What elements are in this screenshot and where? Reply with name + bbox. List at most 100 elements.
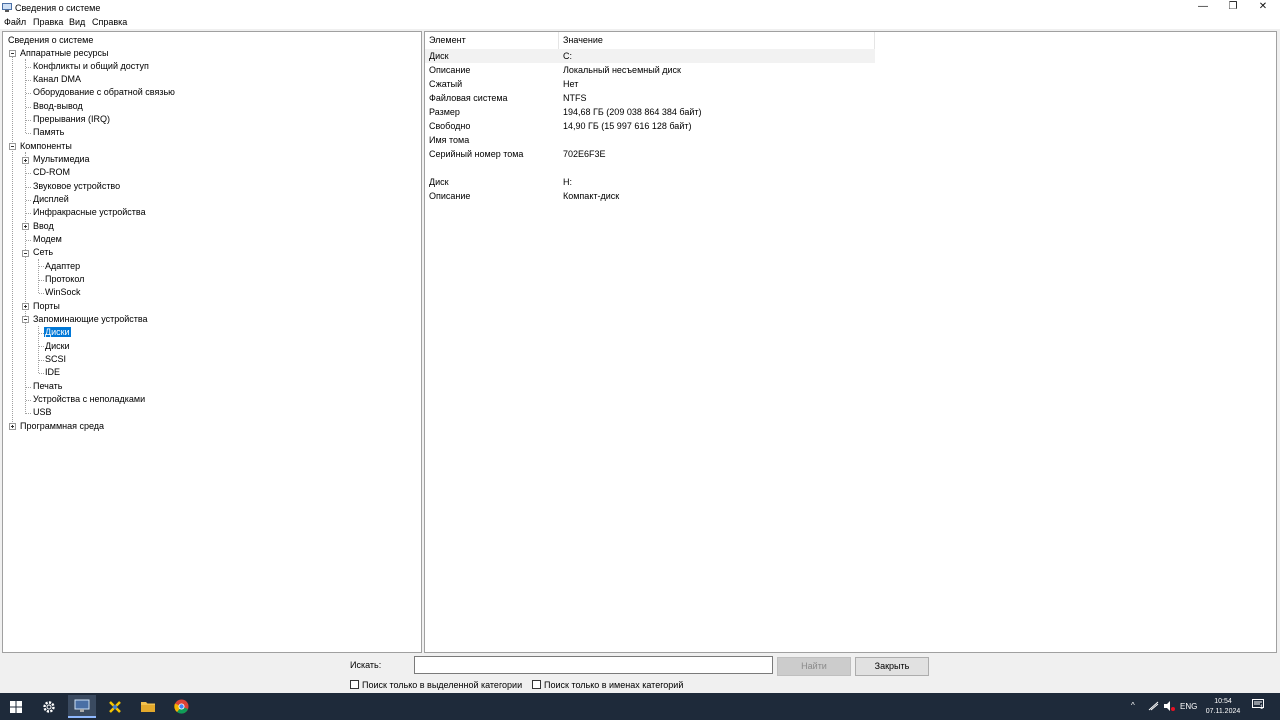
tree-item-ports[interactable]: Порты (32, 300, 61, 313)
tree-item-network[interactable]: Сеть (32, 246, 54, 259)
table-row[interactable]: Размер 194,68 ГБ (209 038 864 384 байт) (425, 105, 875, 119)
chevron-up-icon[interactable]: ^ (1131, 701, 1135, 710)
tree-connector (26, 187, 31, 188)
chrome-icon[interactable] (167, 695, 195, 718)
tree-item-disks[interactable]: Диски (44, 340, 71, 353)
taskbar: ^ ENG 10:54 07.11.2024 1 (0, 693, 1280, 720)
expand-toggle-icon[interactable] (22, 303, 29, 310)
tree-item-system-summary[interactable]: Сведения о системе (7, 34, 94, 47)
menu-edit[interactable]: Правка (33, 17, 63, 27)
search-category-names-checkbox[interactable]: Поиск только в именах категорий (532, 679, 683, 691)
tree-item-memory[interactable]: Память (32, 126, 65, 139)
tree-label: CD-ROM (33, 167, 70, 177)
tree-label: Адаптер (45, 261, 81, 271)
tree-item-cdrom[interactable]: CD-ROM (32, 166, 71, 179)
tree-item-conflicts[interactable]: Конфликты и общий доступ (32, 60, 150, 73)
menu-view[interactable]: Вид (69, 17, 85, 27)
file-explorer-icon[interactable] (134, 695, 162, 718)
category-tree[interactable]: Сведения о системе Аппаратные ресурсы Ко… (2, 31, 422, 653)
checkbox-label: Поиск только в именах категорий (544, 680, 684, 690)
language-indicator[interactable]: ENG (1180, 702, 1197, 711)
tree-connector (26, 213, 31, 214)
tree-item-printing[interactable]: Печать (32, 380, 63, 393)
start-icon[interactable] (2, 695, 30, 718)
tree-item-io[interactable]: Ввод-вывод (32, 100, 84, 113)
table-row[interactable]: Серийный номер тома 702E6F3E (425, 147, 875, 161)
tree-item-components[interactable]: Компоненты (19, 140, 73, 153)
tree-item-drives-selected[interactable]: Диски (44, 326, 71, 339)
collapse-toggle-icon[interactable] (22, 316, 29, 323)
tree-item-hardware-resources[interactable]: Аппаратные ресурсы (19, 47, 110, 60)
tree-item-software-environment[interactable]: Программная среда (19, 420, 105, 433)
clock[interactable]: 10:54 07.11.2024 (1203, 697, 1243, 717)
tree-item-irq[interactable]: Прерывания (IRQ) (32, 113, 111, 126)
find-button[interactable]: Найти (777, 657, 851, 676)
tree-item-input[interactable]: Ввод (32, 220, 55, 233)
menu-file[interactable]: Файл (4, 17, 26, 27)
network-icon[interactable] (1148, 701, 1159, 711)
table-row[interactable]: Свободно 14,90 ГБ (15 997 616 128 байт) (425, 119, 875, 133)
table-row[interactable]: Сжатый Нет (425, 77, 875, 91)
tree-item-modem[interactable]: Модем (32, 233, 63, 246)
search-selected-category-checkbox[interactable]: Поиск только в выделенной категории (350, 679, 522, 691)
window-title: Сведения о системе (15, 3, 101, 13)
expand-toggle-icon[interactable] (22, 223, 29, 230)
tree-label: Модем (33, 234, 62, 244)
tree-item-dma[interactable]: Канал DMA (32, 73, 82, 86)
tree-label: Порты (33, 301, 60, 311)
tree-item-winsock[interactable]: WinSock (44, 286, 82, 299)
table-row[interactable]: Диск C: (425, 49, 875, 63)
close-window-button[interactable]: ✕ (1248, 0, 1278, 15)
tree-item-storage[interactable]: Запоминающие устройства (32, 313, 149, 326)
tree-label: USB (33, 407, 52, 417)
tree-label: SCSI (45, 354, 67, 364)
tree-item-protocol[interactable]: Протокол (44, 273, 85, 286)
tree-item-display[interactable]: Дисплей (32, 193, 70, 206)
expand-toggle-icon[interactable] (22, 157, 29, 164)
tree-label: Прерывания (IRQ) (33, 114, 111, 124)
cell-name: Файловая система (429, 93, 508, 103)
checkbox-icon[interactable] (532, 680, 541, 689)
menu-help[interactable]: Справка (92, 17, 127, 27)
collapse-toggle-icon[interactable] (22, 250, 29, 257)
collapse-toggle-icon[interactable] (9, 143, 16, 150)
minimize-button[interactable]: — (1188, 0, 1218, 15)
column-header-value[interactable]: Значение (559, 32, 875, 49)
tree-label: Запоминающие устройства (33, 314, 148, 324)
table-row[interactable]: Описание Локальный несъемный диск (425, 63, 875, 77)
cell-name: Диск (429, 177, 449, 187)
table-row[interactable]: Диск H: (425, 175, 875, 189)
details-table[interactable]: Элемент Значение Диск C: Описание Локаль… (424, 31, 1277, 653)
settings-icon[interactable] (35, 695, 63, 718)
tree-item-adapter[interactable]: Адаптер (44, 260, 81, 273)
tree-label: Компоненты (20, 141, 72, 151)
maximize-button[interactable]: ❐ (1218, 0, 1248, 15)
tree-connector (26, 413, 31, 414)
notification-center-icon[interactable]: 1 (1252, 699, 1266, 713)
tree-item-multimedia[interactable]: Мультимедиа (32, 153, 91, 166)
close-button[interactable]: Закрыть (855, 657, 929, 676)
system-info-icon[interactable] (68, 695, 96, 718)
tree-label: Печать (33, 381, 63, 391)
collapse-toggle-icon[interactable] (9, 50, 16, 57)
table-row[interactable] (425, 161, 875, 175)
volume-icon[interactable] (1163, 701, 1175, 711)
cell-name: Описание (429, 191, 471, 201)
tree-item-scsi[interactable]: SCSI (44, 353, 67, 366)
tree-item-infrared[interactable]: Инфракрасные устройства (32, 206, 147, 219)
tree-item-sound[interactable]: Звуковое устройство (32, 180, 121, 193)
tree-item-problem-devices[interactable]: Устройства с неполадками (32, 393, 146, 406)
table-row[interactable]: Имя тома (425, 133, 875, 147)
clock-date: 07.11.2024 (1205, 708, 1241, 715)
tree-item-usb[interactable]: USB (32, 406, 53, 419)
expand-toggle-icon[interactable] (9, 423, 16, 430)
table-row[interactable]: Файловая система NTFS (425, 91, 875, 105)
tree-item-ide[interactable]: IDE (44, 366, 61, 379)
search-input[interactable] (414, 656, 773, 674)
column-header-item[interactable]: Элемент (425, 32, 559, 49)
table-row[interactable]: Описание Компакт-диск (425, 189, 875, 203)
tree-label: Дисплей (33, 194, 69, 204)
checkbox-icon[interactable] (350, 680, 359, 689)
tool-icon[interactable] (101, 695, 129, 718)
tree-item-forced-hardware[interactable]: Оборудование с обратной связью (32, 86, 176, 99)
